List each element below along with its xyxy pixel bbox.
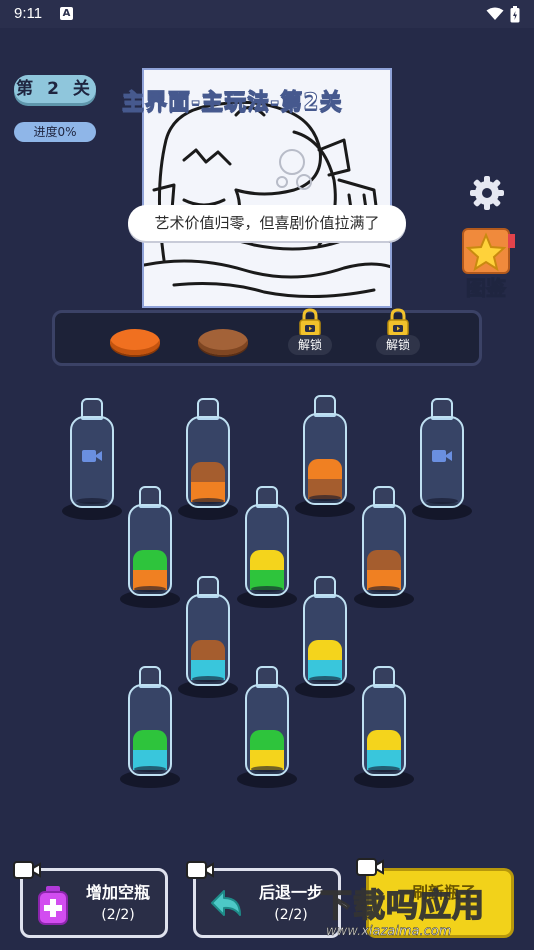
- collection-label: 图鉴: [466, 276, 507, 301]
- bottle-liquid: [367, 730, 401, 770]
- video-unlock-icon: [82, 450, 102, 462]
- bottle[interactable]: [178, 398, 238, 520]
- bottle-base: [368, 586, 400, 592]
- bottle-liquid: [308, 640, 342, 680]
- liquid-layer-brown: [191, 640, 225, 660]
- ribbon-icon: [508, 234, 515, 248]
- bottle-body: [362, 504, 406, 596]
- bottle[interactable]: [120, 486, 180, 608]
- video-ad-icon: [356, 858, 384, 876]
- video-ad-icon: [186, 861, 214, 879]
- bottle-base: [134, 586, 166, 592]
- unlock-label: 解锁: [376, 335, 420, 355]
- bottle[interactable]: [295, 576, 355, 698]
- bottle-base: [76, 498, 108, 504]
- liquid-layer-brown: [367, 550, 401, 570]
- bottle-body: [128, 504, 172, 596]
- collection-tile: [462, 228, 510, 274]
- status-time: 9:11: [14, 5, 43, 22]
- bottle-body: [128, 684, 172, 776]
- level-badge: 第 2 关: [14, 75, 96, 103]
- unlock-label: 解锁: [288, 335, 332, 355]
- bottle-base: [192, 676, 224, 682]
- video-ad-icon: [13, 861, 41, 879]
- add-bottle-label: 增加空瓶: [85, 883, 150, 902]
- lock-icon: [299, 308, 321, 337]
- settings-button[interactable]: [468, 174, 506, 212]
- bottle-liquid: [133, 550, 167, 590]
- battery-icon: [510, 5, 520, 22]
- bottle-body: [245, 504, 289, 596]
- bottle-base: [134, 766, 166, 772]
- status-icons: [486, 5, 520, 23]
- bottle-liquid: [367, 550, 401, 590]
- bottle-base: [368, 766, 400, 772]
- undo-arrow-icon: [211, 890, 241, 916]
- dish-orange[interactable]: [110, 329, 160, 355]
- collection-button[interactable]: 图鉴: [460, 228, 515, 301]
- locked-slot-1[interactable]: 解锁: [288, 308, 332, 360]
- bottle[interactable]: [178, 576, 238, 698]
- bottle[interactable]: [120, 666, 180, 788]
- bottle-body: [303, 413, 347, 505]
- bottle[interactable]: [354, 666, 414, 788]
- picture-title: 主界面-主玩法-第2关: [122, 90, 343, 116]
- bottle-body: [362, 684, 406, 776]
- dish-brown[interactable]: [198, 329, 248, 355]
- add-bottle-button[interactable]: 增加空瓶 (2/2): [13, 861, 168, 938]
- star-icon: [465, 232, 507, 272]
- bottle-liquid: [191, 640, 225, 680]
- bottle-base: [251, 586, 283, 592]
- bottle-body: [245, 684, 289, 776]
- bottle-base: [426, 498, 458, 504]
- wifi-icon: [486, 7, 504, 20]
- liquid-layer-brown: [191, 462, 225, 482]
- bottle-liquid: [308, 459, 342, 499]
- bottle-base: [192, 498, 224, 504]
- liquid-layer-green: [133, 550, 167, 570]
- bottle-liquid: [133, 730, 167, 770]
- liquid-layer-yellow: [250, 550, 284, 570]
- video-unlock-icon: [432, 450, 452, 462]
- bottle-body: [186, 416, 230, 508]
- bottle[interactable]: [354, 486, 414, 608]
- bottle-liquid: [250, 730, 284, 770]
- bottle[interactable]: [237, 666, 297, 788]
- add-bottle-count: (2/2): [101, 907, 135, 923]
- watermark: 下载吗应用 www.xiazaima.com: [319, 880, 530, 950]
- bottle-liquid: [250, 550, 284, 590]
- gear-icon: [470, 176, 504, 210]
- status-bar: 9:11 A: [0, 0, 534, 28]
- speech-bubble: 艺术价值归零，但喜剧价值拉满了: [128, 205, 406, 241]
- bottle-base: [309, 495, 341, 501]
- notification-icon: A: [60, 7, 73, 20]
- watermark-url: www.xiazaima.com: [326, 924, 452, 940]
- liquid-layer-yellow: [367, 730, 401, 750]
- bottle-body: [186, 594, 230, 686]
- bottle[interactable]: [237, 486, 297, 608]
- liquid-layer-green: [133, 730, 167, 750]
- bottle-liquid: [191, 462, 225, 502]
- bottle-base: [251, 766, 283, 772]
- liquid-layer-yellow: [308, 640, 342, 660]
- bottle[interactable]: [412, 398, 472, 520]
- add-bottle-icon: [38, 886, 68, 925]
- progress-badge: 进度0%: [14, 122, 96, 142]
- lock-icon: [387, 308, 409, 337]
- liquid-layer-green: [250, 730, 284, 750]
- locked-slot-2[interactable]: 解锁: [376, 308, 420, 360]
- undo-button[interactable]: 后退一步 (2/2): [186, 861, 341, 938]
- bottle-base: [309, 676, 341, 682]
- bottle[interactable]: [295, 395, 355, 517]
- bottle-body: [303, 594, 347, 686]
- bottle[interactable]: [62, 398, 122, 520]
- watermark-title: 下载吗应用: [319, 885, 486, 925]
- liquid-layer-orange: [308, 459, 342, 479]
